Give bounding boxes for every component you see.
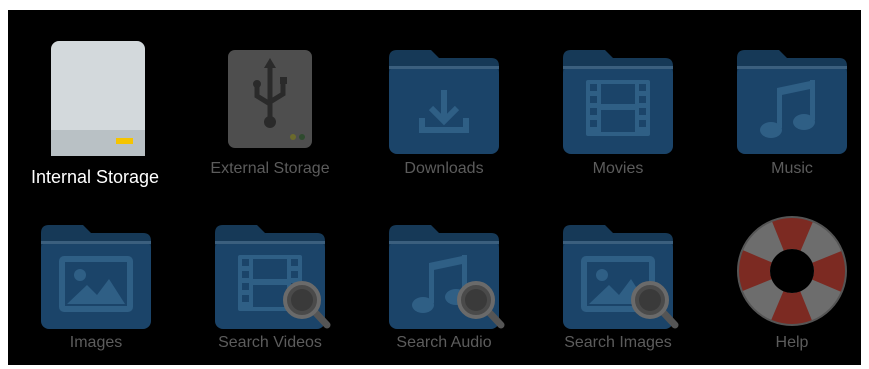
tile-label-search-videos: Search Videos (218, 334, 322, 351)
tile-label-movies: Movies (592, 160, 644, 177)
search-audio-icon (359, 213, 529, 338)
file-browser-grid: Internal Storage External Storage Downlo… (8, 10, 861, 365)
film-folder-icon (533, 38, 703, 163)
images-tile[interactable]: Images (11, 213, 181, 365)
tile-label-help: Help (775, 334, 809, 351)
image-folder-icon (11, 213, 181, 338)
downloads-tile[interactable]: Downloads (359, 38, 529, 198)
search-images-tile[interactable]: Search Images (533, 213, 703, 365)
internal-storage-tile[interactable]: Internal Storage (10, 38, 180, 198)
help-tile[interactable]: Help (707, 213, 861, 365)
tile-label-search-audio: Search Audio (396, 334, 492, 351)
external-storage-tile[interactable]: External Storage (185, 38, 355, 198)
music-tile[interactable]: Music (707, 38, 861, 198)
tile-label-external-storage: External Storage (210, 160, 330, 177)
lifebuoy-icon (707, 213, 861, 338)
tile-label-downloads: Downloads (404, 160, 484, 177)
search-audio-tile[interactable]: Search Audio (359, 213, 529, 365)
tile-label-images: Images (69, 334, 123, 351)
tile-label-search-images: Search Images (564, 334, 672, 351)
tile-label-internal-storage: Internal Storage (30, 167, 160, 187)
usb-drive-icon (185, 38, 355, 163)
search-videos-icon (185, 213, 355, 338)
search-images-icon (533, 213, 703, 338)
search-videos-tile[interactable]: Search Videos (185, 213, 355, 365)
movies-tile[interactable]: Movies (533, 38, 703, 198)
download-folder-icon (359, 38, 529, 163)
internal-storage-icon (10, 38, 180, 163)
music-folder-icon (707, 38, 861, 163)
tile-label-music: Music (771, 160, 813, 177)
